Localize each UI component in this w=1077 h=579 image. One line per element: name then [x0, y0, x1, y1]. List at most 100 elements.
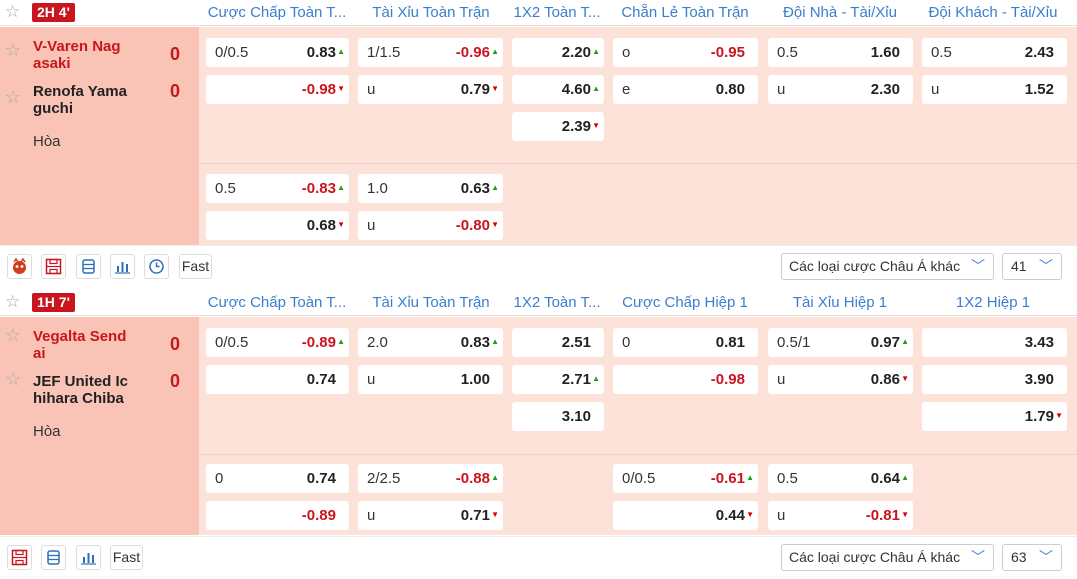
- odds-cell[interactable]: 2/2.5 -0.88 ▲: [358, 464, 503, 493]
- bar-chart-icon[interactable]: [76, 545, 101, 570]
- odds-value: 1.79: [1024, 408, 1054, 425]
- odds-cell[interactable]: 0.5 -0.83 ▲: [206, 174, 349, 203]
- odds-value: 0.97: [870, 334, 900, 351]
- column-header: Đội Khách - Tài/Xỉu: [928, 4, 1058, 21]
- odds-value: 0.44: [715, 507, 745, 524]
- odds-line-label: e: [622, 81, 631, 98]
- favorite-star-icon[interactable]: ☆: [5, 369, 21, 390]
- odds-cell[interactable]: 0.74: [206, 365, 349, 394]
- market-count-label: 63: [1011, 549, 1027, 565]
- favorite-star-icon[interactable]: ☆: [5, 40, 21, 61]
- odds-cell[interactable]: 1/1.5 -0.96 ▲: [358, 38, 503, 67]
- odds-cell[interactable]: -0.89: [206, 501, 349, 530]
- mascot-icon[interactable]: [7, 254, 32, 279]
- trend-up-icon: ▲: [337, 47, 345, 56]
- odds-cell[interactable]: -0.98 ▼: [206, 75, 349, 104]
- odds-cell[interactable]: u 0.71 ▼: [358, 501, 503, 530]
- field-icon[interactable]: [7, 545, 32, 570]
- home-team-name[interactable]: Vegalta Send ai: [33, 328, 143, 362]
- odds-value: 0.74: [306, 470, 336, 487]
- favorite-star-icon[interactable]: ☆: [5, 3, 20, 20]
- odds-cell[interactable]: u 1.52: [922, 75, 1067, 104]
- bar-chart-icon[interactable]: [110, 254, 135, 279]
- odds-value: -0.80: [455, 217, 490, 234]
- odds-cell[interactable]: 2.20 ▲: [512, 38, 604, 67]
- odds-cell[interactable]: 0.5 1.60: [768, 38, 913, 67]
- market-type-select[interactable]: Các loại cược Châu Á khác ﹀: [781, 544, 994, 571]
- odds-value: -0.89: [301, 334, 336, 351]
- match-footer: Fast Các loại cược Châu Á khác ﹀ 63 ﹀: [0, 536, 1077, 578]
- odds-value: 2.71: [561, 371, 591, 388]
- odds-line-label: u: [367, 371, 376, 388]
- odds-cell[interactable]: 4.60 ▲: [512, 75, 604, 104]
- odds-cell[interactable]: 0 0.81: [613, 328, 758, 357]
- match-block: ☆ 1H 7' Cược Chấp Toàn T... Tài Xỉu Toàn…: [0, 290, 1077, 579]
- odds-cell[interactable]: 0/0.5 -0.61 ▲: [613, 464, 758, 493]
- match-footer: Fast Các loại cược Châu Á khác ﹀ 41 ﹀: [0, 245, 1077, 287]
- odds-line-label: u: [777, 81, 786, 98]
- away-team-name[interactable]: Renofa Yama guchi: [33, 83, 143, 117]
- odds-value: -0.98: [301, 81, 336, 98]
- odds-cell[interactable]: 3.10: [512, 402, 604, 431]
- odds-cell[interactable]: 0/0.5 0.83 ▲: [206, 38, 349, 67]
- trend-up-icon: ▲: [592, 374, 600, 383]
- field-icon[interactable]: [41, 254, 66, 279]
- trend-down-icon: ▼: [1055, 411, 1063, 420]
- odds-cell[interactable]: 2.71 ▲: [512, 365, 604, 394]
- odds-value: 0.79: [460, 81, 490, 98]
- draw-label: Hòa: [33, 423, 61, 440]
- column-header: Tài Xỉu Hiệp 1: [792, 294, 888, 311]
- team-panel: ☆ V-Varen Nag asaki 0 ☆ Renofa Yama guchi …: [0, 27, 199, 245]
- odds-value: 0.68: [306, 217, 336, 234]
- market-count-select[interactable]: 63 ﹀: [1002, 544, 1062, 571]
- trend-up-icon: ▲: [491, 183, 499, 192]
- odds-cell[interactable]: 0 0.74: [206, 464, 349, 493]
- odds-cell[interactable]: 0.68 ▼: [206, 211, 349, 240]
- trend-up-icon: ▲: [491, 473, 499, 482]
- odds-value: 0.74: [306, 371, 336, 388]
- odds-cell[interactable]: 0/0.5 -0.89 ▲: [206, 328, 349, 357]
- trend-down-icon: ▼: [592, 121, 600, 130]
- odds-cell[interactable]: u -0.80 ▼: [358, 211, 503, 240]
- odds-cell[interactable]: 2.51: [512, 328, 604, 357]
- market-count-select[interactable]: 41 ﹀: [1002, 253, 1062, 280]
- history-icon[interactable]: [144, 254, 169, 279]
- favorite-star-icon[interactable]: ☆: [5, 293, 20, 310]
- odds-cell[interactable]: 1.79 ▼: [922, 402, 1067, 431]
- trend-down-icon: ▼: [491, 220, 499, 229]
- odds-cell[interactable]: 2.0 0.83 ▲: [358, 328, 503, 357]
- odds-value: 2.43: [1024, 44, 1054, 61]
- list-icon[interactable]: [76, 254, 101, 279]
- market-type-select[interactable]: Các loại cược Châu Á khác ﹀: [781, 253, 994, 280]
- odds-value: -0.95: [710, 44, 745, 61]
- odds-cell[interactable]: u -0.81 ▼: [768, 501, 913, 530]
- odds-cell[interactable]: 0.5/1 0.97 ▲: [768, 328, 913, 357]
- odds-cell[interactable]: u 2.30: [768, 75, 913, 104]
- trend-up-icon: ▲: [746, 473, 754, 482]
- odds-cell[interactable]: 1.0 0.63 ▲: [358, 174, 503, 203]
- away-team-name[interactable]: JEF United Ic hihara Chiba: [33, 373, 143, 407]
- favorite-star-icon[interactable]: ☆: [5, 87, 21, 108]
- odds-cell[interactable]: -0.98: [613, 365, 758, 394]
- odds-cell[interactable]: u 1.00: [358, 365, 503, 394]
- odds-cell[interactable]: 0.5 2.43: [922, 38, 1067, 67]
- match-header: ☆ 1H 7' Cược Chấp Toàn T... Tài Xỉu Toàn…: [0, 290, 1077, 316]
- odds-cell[interactable]: e 0.80: [613, 75, 758, 104]
- list-icon[interactable]: [41, 545, 66, 570]
- odds-cell[interactable]: 0.44 ▼: [613, 501, 758, 530]
- odds-cell[interactable]: o -0.95: [613, 38, 758, 67]
- odds-cell[interactable]: 3.43: [922, 328, 1067, 357]
- odds-cell[interactable]: u 0.86 ▼: [768, 365, 913, 394]
- odds-value: 2.20: [561, 44, 591, 61]
- odds-cell[interactable]: 2.39 ▼: [512, 112, 604, 141]
- odds-line-label: 0.5: [777, 470, 798, 487]
- column-header: Chẵn Lẻ Toàn Trận: [621, 4, 749, 21]
- favorite-star-icon[interactable]: ☆: [5, 325, 21, 346]
- home-team-name[interactable]: V-Varen Nag asaki: [33, 38, 143, 72]
- odds-cell[interactable]: u 0.79 ▼: [358, 75, 503, 104]
- fast-button[interactable]: Fast: [110, 545, 143, 570]
- odds-value: 0.64: [870, 470, 900, 487]
- fast-button[interactable]: Fast: [179, 254, 212, 279]
- odds-cell[interactable]: 3.90: [922, 365, 1067, 394]
- odds-cell[interactable]: 0.5 0.64 ▲: [768, 464, 913, 493]
